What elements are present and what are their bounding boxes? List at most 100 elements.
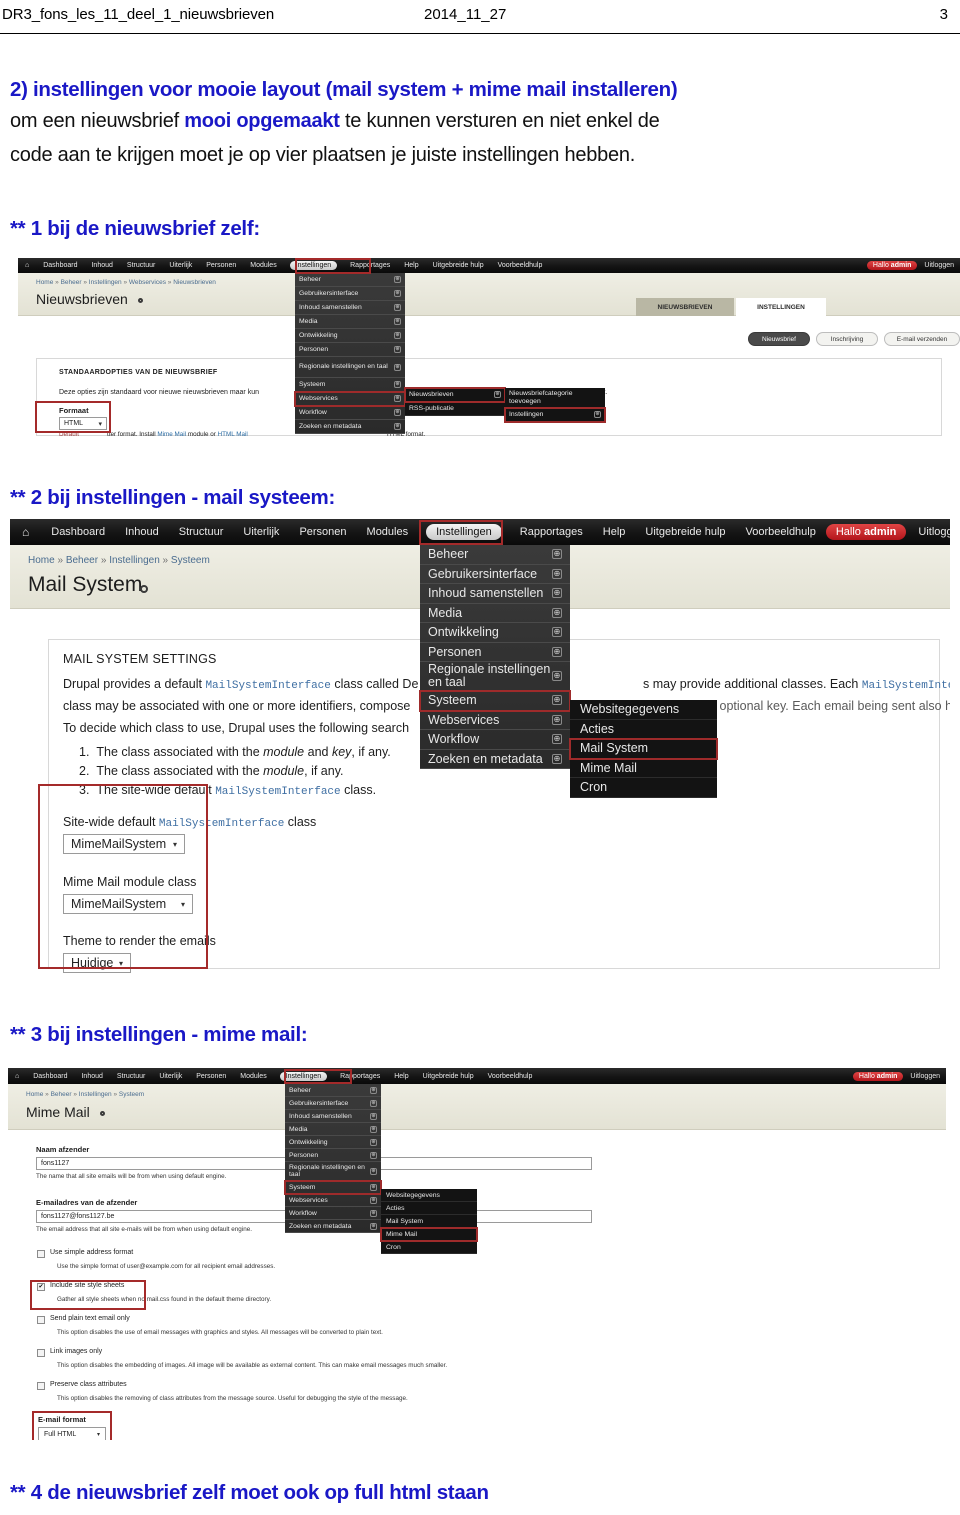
submenu-item-websitegegevens[interactable]: Websitegegevens — [381, 1189, 477, 1202]
breadcrumb-instellingen[interactable]: Instellingen — [89, 279, 122, 286]
settings-dropdown-menu[interactable]: Beheer ⊕ Gebruikersinterface ⊕ Inhoud same… — [419, 545, 571, 769]
menu-item-gebruikersinterface[interactable]: Gebruikersinterface ⊕ — [285, 1097, 381, 1110]
expand-icon[interactable]: ⊕ — [370, 1167, 377, 1175]
expand-icon[interactable]: ⊕ — [370, 1151, 377, 1159]
expand-icon[interactable]: ⊕ — [552, 588, 562, 599]
menu-item-systeem[interactable]: Systeem ⊕ — [419, 690, 571, 712]
toolbar-item-help[interactable]: Help — [603, 526, 626, 538]
breadcrumb[interactable]: Home » Beheer » Instellingen » Webservic… — [36, 279, 216, 286]
menu-item-beheer[interactable]: Beheer ⊕ — [420, 545, 570, 565]
menu-item-zoeken-en-metadata[interactable]: Zoeken en metadata ⊕ — [420, 750, 570, 769]
expand-icon[interactable]: ⊕ — [370, 1086, 377, 1094]
menu-item-webservices[interactable]: Webservices ⊕ — [294, 391, 406, 407]
breadcrumb-home[interactable]: Home — [36, 279, 53, 286]
breadcrumb-systeem[interactable]: Systeem — [119, 1091, 144, 1098]
system-submenu[interactable]: Websitegegevens Acties Mail System Mime … — [380, 1189, 478, 1254]
menu-item-personen[interactable]: Personen ⊕ — [285, 1149, 381, 1162]
expand-icon[interactable]: ⊕ — [552, 646, 562, 657]
expand-icon[interactable]: ⊕ — [494, 391, 501, 398]
menu-item-gebruikersinterface[interactable]: Gebruikersinterface ⊕ — [295, 287, 405, 301]
submenu-item-acties[interactable]: Acties — [570, 720, 717, 739]
expand-icon[interactable]: ⊕ — [394, 381, 401, 388]
expand-icon[interactable]: ⊕ — [552, 734, 562, 745]
expand-icon[interactable]: ⊕ — [552, 568, 562, 579]
toolbar-item-inhoud[interactable]: Inhoud — [81, 1073, 102, 1080]
breadcrumb-beheer[interactable]: Beheer — [51, 1091, 72, 1098]
expand-icon[interactable]: ⊕ — [370, 1183, 377, 1191]
menu-item-ontwikkeling[interactable]: Ontwikkeling ⊕ — [420, 623, 570, 643]
toolbar-item-personen[interactable]: Personen — [299, 526, 346, 538]
logout-link[interactable]: Uitloggen — [924, 262, 954, 269]
mime-mail-link[interactable]: Mime Mail — [157, 431, 186, 436]
expand-icon[interactable]: ⊕ — [394, 290, 401, 297]
menu-item-ontwikkeling[interactable]: Ontwikkeling ⊕ — [285, 1136, 381, 1149]
submenu-item-mail-system[interactable]: Mail System — [381, 1215, 477, 1228]
system-submenu[interactable]: Websitegegevens Acties Mail System Mime … — [569, 700, 718, 798]
toolbar-item-uiterlijk[interactable]: Uiterlijk — [243, 526, 279, 538]
submenu-item-cron[interactable]: Cron — [570, 778, 717, 798]
expand-icon[interactable]: ⊕ — [370, 1112, 377, 1120]
expand-icon[interactable]: ⊕ — [552, 549, 562, 560]
breadcrumb-instellingen[interactable]: Instellingen — [109, 555, 160, 566]
checkbox-link-images-only[interactable] — [37, 1349, 45, 1357]
toolbar-item-uiterlijk[interactable]: Uiterlijk — [159, 1073, 182, 1080]
submenu-item-mime-mail[interactable]: Mime Mail — [570, 759, 717, 778]
expand-icon[interactable]: ⊕ — [370, 1125, 377, 1133]
toolbar-item-uitgebreide-hulp[interactable]: Uitgebreide hulp — [645, 526, 725, 538]
expand-icon[interactable]: ⊕ — [370, 1209, 377, 1217]
expand-icon[interactable]: ⊕ — [370, 1222, 377, 1230]
expand-icon[interactable]: ⊕ — [552, 753, 562, 764]
pill-email-verzenden[interactable]: E-mail verzenden — [884, 332, 960, 346]
submenu-item-categorie-toevoegen[interactable]: Nieuwsbriefcategorie toevoegen — [505, 388, 605, 408]
expand-icon[interactable]: ⊕ — [370, 1099, 377, 1107]
gear-icon[interactable] — [140, 585, 148, 593]
expand-icon[interactable]: ⊕ — [552, 714, 562, 725]
settings-dropdown-menu[interactable]: Beheer ⊕ Gebruikersinterface ⊕ Inhoud same… — [284, 1084, 382, 1233]
html-mail-link[interactable]: HTML Mail — [218, 431, 248, 436]
user-greeting[interactable]: Hallo admin — [852, 1071, 904, 1081]
menu-item-systeem[interactable]: Systeem ⊕ — [295, 378, 405, 392]
submenu-item-mime-mail[interactable]: Mime Mail — [380, 1227, 478, 1242]
expand-icon[interactable]: ⊕ — [394, 332, 401, 339]
logout-link[interactable]: Uitloggen — [918, 526, 950, 538]
newsletters-submenu[interactable]: Nieuwsbriefcategorie toevoegen Instellin… — [504, 388, 606, 423]
menu-item-media[interactable]: Media ⊕ — [295, 315, 405, 329]
menu-item-regionale-instellingen[interactable]: Regionale instellingen en taal ⊕ — [295, 357, 405, 378]
toolbar-item-structuur[interactable]: Structuur — [127, 262, 155, 269]
menu-item-workflow[interactable]: Workflow ⊕ — [285, 1207, 381, 1220]
expand-icon[interactable]: ⊕ — [370, 1196, 377, 1204]
submenu-item-nieuwsbrieven[interactable]: Nieuwsbrieven ⊕ — [404, 387, 506, 403]
webservices-submenu[interactable]: Nieuwsbrieven ⊕ RSS-publicatie — [404, 387, 506, 416]
gear-icon[interactable] — [100, 1111, 105, 1116]
breadcrumb-instellingen[interactable]: Instellingen — [79, 1091, 112, 1098]
checkbox-send-plain-text-email-only[interactable] — [37, 1316, 45, 1324]
menu-item-beheer[interactable]: Beheer ⊕ — [295, 273, 405, 287]
logout-link[interactable]: Uitloggen — [910, 1073, 940, 1080]
breadcrumb[interactable]: Home » Beheer » Instellingen » Systeem — [26, 1091, 144, 1098]
submenu-item-mail-system[interactable]: Mail System — [569, 738, 718, 760]
toolbar-item-personen[interactable]: Personen — [206, 262, 236, 269]
breadcrumb-webservices[interactable]: Webservices — [129, 279, 166, 286]
breadcrumb-beheer[interactable]: Beheer — [61, 279, 82, 286]
pill-nieuwsbrief[interactable]: Nieuwsbrief — [748, 332, 810, 346]
menu-item-workflow[interactable]: Workflow ⊕ — [295, 406, 405, 420]
menu-item-media[interactable]: Media ⊕ — [285, 1123, 381, 1136]
menu-item-beheer[interactable]: Beheer ⊕ — [285, 1084, 381, 1097]
user-greeting[interactable]: Hallo admin — [866, 261, 918, 270]
admin-toolbar[interactable]: ⌂ Dashboard Inhoud Structuur Uiterlijk P… — [8, 1068, 946, 1084]
expand-icon[interactable]: ⊕ — [552, 607, 562, 618]
menu-item-inhoud-samenstellen[interactable]: Inhoud samenstellen ⊕ — [420, 584, 570, 604]
menu-item-systeem[interactable]: Systeem ⊕ — [284, 1180, 382, 1195]
home-icon[interactable]: ⌂ — [25, 262, 29, 269]
menu-item-regionale-instellingen[interactable]: Regionale instellingen en taal ⊕ — [285, 1162, 381, 1181]
toolbar-item-uitgebreide-hulp[interactable]: Uitgebreide hulp — [423, 1073, 474, 1080]
toolbar-item-dashboard[interactable]: Dashboard — [33, 1073, 67, 1080]
breadcrumb[interactable]: Home » Beheer » Instellingen » Systeem — [28, 555, 210, 566]
toolbar-item-voorbeeldhulp[interactable]: Voorbeeldhulp — [746, 526, 816, 538]
expand-icon[interactable]: ⊕ — [394, 395, 401, 402]
expand-icon[interactable]: ⊕ — [394, 346, 401, 353]
toolbar-item-modules[interactable]: Modules — [240, 1073, 266, 1080]
toolbar-item-structuur[interactable]: Structuur — [179, 526, 224, 538]
submenu-item-acties[interactable]: Acties — [381, 1202, 477, 1215]
checkbox-preserve-class-attributes[interactable] — [37, 1382, 45, 1390]
